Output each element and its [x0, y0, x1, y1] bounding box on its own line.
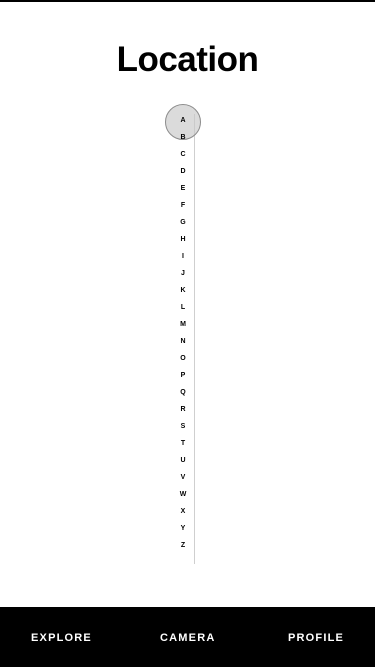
index-letter[interactable]: V — [175, 469, 191, 486]
tab-camera[interactable]: CAMERA — [160, 607, 215, 667]
index-letter[interactable]: N — [175, 333, 191, 350]
bottom-tab-bar: EXPLORE CAMERA PROFILE — [0, 607, 375, 667]
index-letter[interactable]: H — [175, 231, 191, 248]
index-letter[interactable]: Y — [175, 520, 191, 537]
index-letter[interactable]: R — [175, 401, 191, 418]
index-letter[interactable]: X — [175, 503, 191, 520]
index-track-line — [194, 114, 195, 564]
index-letter[interactable]: I — [175, 248, 191, 265]
index-letter[interactable]: K — [175, 282, 191, 299]
index-letter[interactable]: Z — [175, 537, 191, 554]
location-screen: Location A B C D E F G H I J K L M N O P… — [0, 0, 375, 667]
index-letter[interactable]: D — [175, 163, 191, 180]
index-letter[interactable]: U — [175, 452, 191, 469]
index-letter[interactable]: M — [175, 316, 191, 333]
index-letter[interactable]: T — [175, 435, 191, 452]
alphabet-index[interactable]: A B C D E F G H I J K L M N O P Q R S T … — [175, 112, 191, 554]
index-letter[interactable]: F — [175, 197, 191, 214]
index-letter[interactable]: G — [175, 214, 191, 231]
index-letter[interactable]: Q — [175, 384, 191, 401]
page-title: Location — [116, 40, 259, 79]
index-letter[interactable]: W — [175, 486, 191, 503]
tab-profile[interactable]: PROFILE — [288, 607, 344, 667]
index-letter[interactable]: B — [175, 129, 191, 146]
index-letter[interactable]: E — [175, 180, 191, 197]
top-divider — [0, 0, 375, 2]
index-letter[interactable]: A — [175, 112, 191, 129]
index-letter[interactable]: O — [175, 350, 191, 367]
index-letter[interactable]: L — [175, 299, 191, 316]
tab-explore[interactable]: EXPLORE — [31, 607, 92, 667]
index-letter[interactable]: C — [175, 146, 191, 163]
index-letter[interactable]: P — [175, 367, 191, 384]
index-letter[interactable]: J — [175, 265, 191, 282]
index-letter[interactable]: S — [175, 418, 191, 435]
